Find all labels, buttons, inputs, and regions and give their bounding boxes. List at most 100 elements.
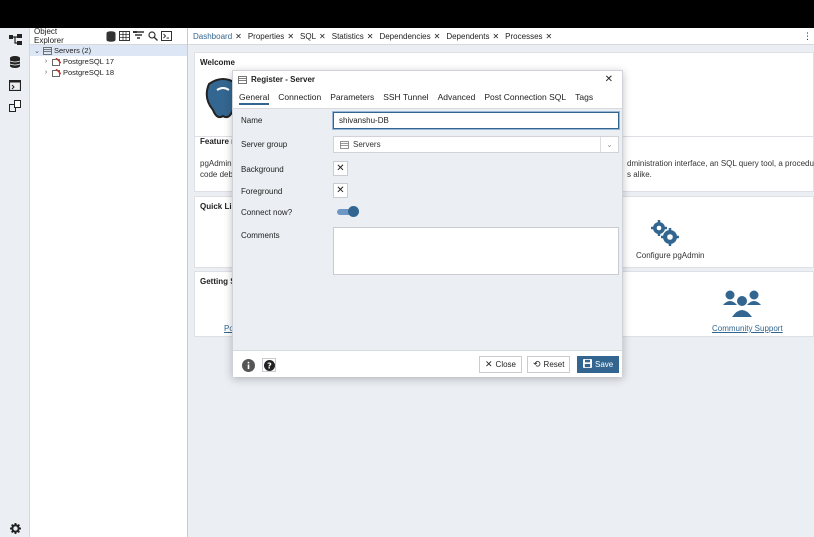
comments-label: Comments [241,231,280,240]
dialog-tab-general[interactable]: General [239,91,270,105]
dialog-tab-ssh-tunnel[interactable]: SSH Tunnel [383,91,428,105]
connect-now-label: Connect now? [241,208,293,217]
tab-processes[interactable]: Processes ✕ [505,32,552,41]
chevron-right-icon[interactable]: › [42,69,50,76]
dialog-tab-connection[interactable]: Connection [278,91,321,105]
server-group-value: Servers [353,140,381,149]
dialog-tab-parameters[interactable]: Parameters [330,91,374,105]
toggle-knob [348,206,359,217]
server-group-label: Server group [241,140,288,149]
object-explorer-title: Object Explorer [34,27,64,45]
settings-gear-icon[interactable] [8,521,22,535]
tab-label: Dashboard [193,31,233,41]
view-data-icon[interactable] [118,30,131,43]
close-icon[interactable]: ✕ [492,32,499,41]
close-icon[interactable]: ✕ [546,32,553,41]
terminal-icon[interactable] [8,78,22,92]
tree-item-label: Servers (2) [54,46,92,55]
chevron-right-icon[interactable]: › [42,58,50,65]
tab-sql[interactable]: SQL ✕ [300,32,326,41]
tree-item-postgresql-17[interactable]: › PostgreSQL 17 [30,56,187,67]
background-color-picker[interactable]: ✕ [333,161,348,176]
background-label: Background [241,165,284,174]
tree-item-label: PostgreSQL 18 [63,68,115,77]
server-group-icon [43,46,52,55]
tab-label: SQL [300,31,317,41]
tab-dependents[interactable]: Dependents ✕ [446,32,499,41]
no-color-icon: ✕ [336,185,345,196]
features-title-text: Feature ri [200,137,237,146]
object-explorer-header: Object Explorer [30,27,187,45]
dialog-tab-bar: General Connection Parameters SSH Tunnel… [239,91,602,105]
tab-dependencies[interactable]: Dependencies ✕ [379,32,440,41]
server-group-icon [340,140,349,149]
save-button-label: Save [595,360,614,369]
object-explorer-icon[interactable] [8,33,22,47]
server-group-select[interactable]: Servers ⌄ [333,136,619,153]
dialog-footer: ? ✕ Close ⟲ Reset Save [233,350,622,377]
tab-label: Properties [247,31,285,41]
configure-pgadmin-label[interactable]: Configure pgAdmin [636,250,704,261]
tab-label: Statistics [331,31,364,41]
save-disk-icon [583,359,592,370]
welcome-title: Welcome [200,58,235,67]
community-users-icon[interactable] [722,289,762,319]
connect-now-toggle[interactable] [337,206,359,217]
close-icon[interactable]: ✕ [367,32,374,41]
more-options-icon[interactable]: ⋮ [803,31,812,42]
info-icon[interactable] [241,358,255,372]
dialog-title: Register - Server [251,75,316,84]
close-icon: ✕ [485,359,493,369]
tab-statistics[interactable]: Statistics ✕ [332,32,374,41]
close-icon[interactable]: ✕ [287,32,294,41]
tab-label: Dependencies [379,31,431,41]
search-icon[interactable] [146,30,159,43]
name-input[interactable] [333,112,619,129]
close-button[interactable]: ✕ Close [479,356,522,373]
svg-text:?: ? [267,361,272,370]
name-label: Name [241,116,263,125]
quick-links-title: Quick Lin [200,202,237,211]
features-text-right-1: dministration interface, an SQL query to… [627,159,814,168]
close-button-label: Close [495,360,516,369]
close-icon[interactable]: ✕ [235,32,242,41]
database-icon[interactable] [8,55,22,69]
tab-properties[interactable]: Properties ✕ [248,32,294,41]
foreground-label: Foreground [241,187,283,196]
features-text-left-1: pgAdmin [200,159,232,168]
save-button[interactable]: Save [577,356,620,373]
close-icon[interactable]: ✕ [434,32,441,41]
psql-tool-icon[interactable] [160,30,173,43]
reset-icon: ⟲ [533,359,541,369]
comments-textarea[interactable] [333,227,619,275]
dialog-form: Name Server group Servers ⌄ Background ✕… [233,108,622,350]
no-color-icon: ✕ [336,163,345,174]
dialog-header[interactable]: Register - Server [238,75,315,84]
foreground-color-picker[interactable]: ✕ [333,183,348,198]
register-server-dialog: Register - Server ✕ General Connection P… [232,70,623,377]
tab-label: Dependents [446,31,490,41]
tree-item-servers[interactable]: ⌄ Servers (2) [30,45,187,56]
dialog-tab-tags[interactable]: Tags [575,91,593,105]
window-top-bar [0,0,814,28]
chevron-down-icon[interactable]: ⌄ [600,137,618,152]
dialog-tab-post-connection-sql[interactable]: Post Connection SQL [484,91,566,105]
configure-gears-icon[interactable] [650,219,680,247]
dialog-tab-advanced[interactable]: Advanced [438,91,476,105]
filter-rows-icon[interactable] [132,30,145,43]
server-icon [238,75,247,84]
tree-item-postgresql-18[interactable]: › PostgreSQL 18 [30,67,187,78]
features-text-right-2: s alike. [627,170,652,179]
tab-dashboard[interactable]: Dashboard ✕ [193,32,242,41]
server-disconnected-icon [52,57,62,66]
close-icon[interactable]: ✕ [605,74,613,85]
help-icon[interactable]: ? [262,358,276,372]
query-tool-icon[interactable] [104,30,117,43]
community-support-link[interactable]: Community Support [712,324,783,333]
reset-button[interactable]: ⟲ Reset [527,356,571,373]
schema-diff-icon[interactable] [8,99,22,113]
left-toolbar [0,28,30,537]
close-icon[interactable]: ✕ [319,32,326,41]
chevron-down-icon[interactable]: ⌄ [33,47,41,55]
reset-button-label: Reset [543,360,565,369]
